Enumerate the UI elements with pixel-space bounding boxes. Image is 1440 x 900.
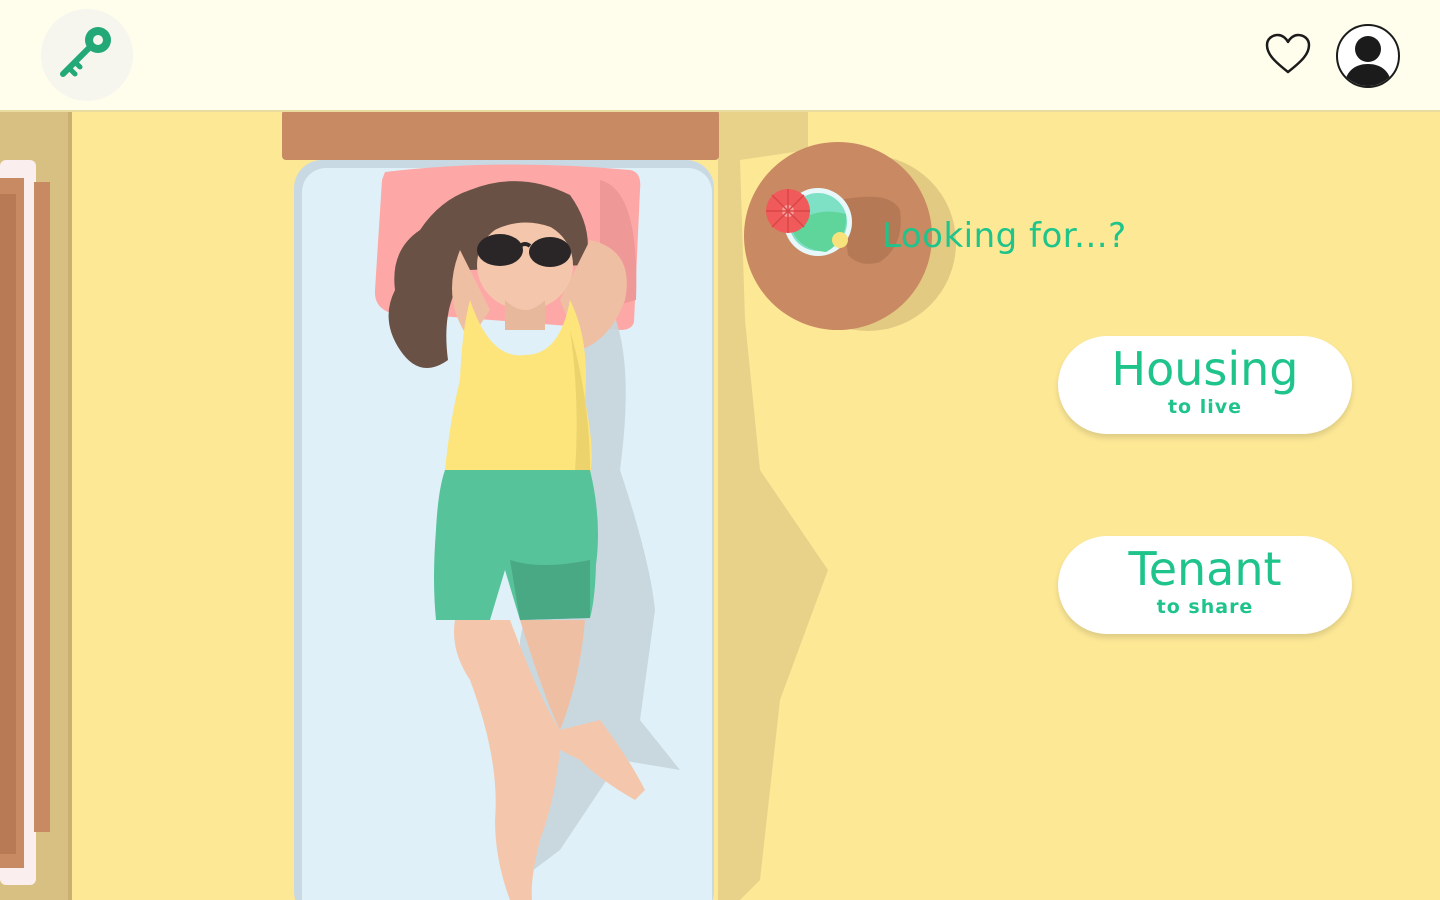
tenant-option-button[interactable]: Tenant to share xyxy=(1058,536,1352,634)
key-icon xyxy=(60,27,111,77)
logo[interactable] xyxy=(41,9,133,101)
user-avatar-icon xyxy=(1344,36,1392,86)
heart-icon[interactable] xyxy=(1264,32,1312,76)
housing-option-sublabel: to live xyxy=(1167,396,1243,418)
looking-for-heading: Looking for...? xyxy=(882,216,1127,256)
top-bar xyxy=(0,0,1440,112)
housing-option-button[interactable]: Housing to live xyxy=(1058,336,1352,434)
bedroom-illustration xyxy=(0,110,1440,900)
housing-option-label: Housing xyxy=(1111,342,1299,396)
profile-avatar[interactable] xyxy=(1336,24,1400,88)
tenant-option-sublabel: to share xyxy=(1156,596,1254,618)
tenant-option-label: Tenant xyxy=(1128,542,1282,596)
